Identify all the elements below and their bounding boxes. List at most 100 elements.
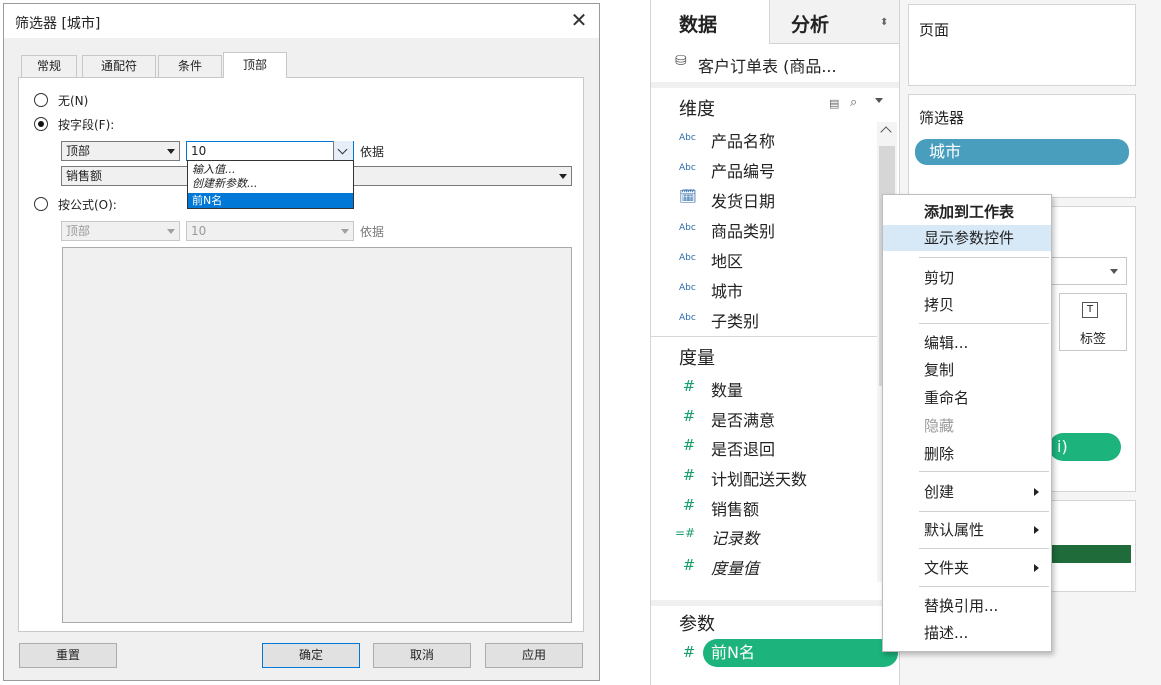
dropdown-item-enter-value[interactable]: 输入值...	[188, 163, 353, 176]
measures-header: 度量	[679, 348, 715, 369]
number-type-icon: #	[682, 436, 696, 454]
number-type-icon: #	[682, 466, 696, 484]
parameter-top-n-pill[interactable]: 前N名	[703, 639, 898, 667]
menu-create[interactable]: 创建	[883, 479, 1051, 505]
menu-duplicate[interactable]: 复制	[883, 357, 1051, 383]
chevron-down-icon[interactable]	[875, 98, 883, 103]
menu-separator	[919, 257, 1049, 258]
measure-field[interactable]: 是否退回	[711, 436, 775, 460]
formula-editor[interactable]	[62, 247, 572, 623]
filters-card[interactable]: 筛选器 城市	[908, 94, 1136, 198]
divider	[651, 336, 877, 337]
chevron-down-icon	[167, 149, 175, 154]
menu-separator	[919, 323, 1049, 324]
view-toggle-icon[interactable]: ▤	[829, 97, 839, 110]
number-type-icon: #	[682, 643, 696, 661]
context-menu: 添加到工作表 显示参数控件 剪切 拷贝 编辑... 复制 重命名 隐藏 删除 创…	[882, 194, 1052, 652]
string-type-icon: Abc	[679, 253, 696, 263]
number-type-icon: #	[682, 407, 696, 425]
parameters-header: 参数	[679, 614, 715, 635]
tab-analysis[interactable]: 分析	[791, 10, 829, 37]
menu-folder[interactable]: 文件夹	[883, 555, 1051, 581]
menu-show-parameter-control[interactable]: 显示参数控件	[883, 225, 1051, 251]
menu-copy[interactable]: 拷贝	[883, 292, 1051, 318]
ok-button[interactable]: 确定	[262, 643, 360, 668]
measure-field[interactable]: 是否满意	[711, 407, 775, 431]
menu-replace-references[interactable]: 替换引用...	[883, 593, 1051, 619]
formula-count-value: 10	[191, 224, 207, 238]
radio-by-formula[interactable]	[34, 197, 48, 211]
search-icon[interactable]: ⌕	[850, 95, 857, 110]
menu-add-to-sheet[interactable]: 添加到工作表	[883, 199, 1051, 225]
dimension-field[interactable]: 商品类别	[711, 218, 775, 242]
string-type-icon: Abc	[679, 163, 696, 173]
string-type-icon: Abc	[679, 223, 696, 233]
formula-position-value: 顶部	[66, 224, 91, 238]
label-mark-button[interactable]: T 标签	[1059, 293, 1127, 351]
string-type-icon: Abc	[679, 283, 696, 293]
measure-field[interactable]: 度量值	[711, 555, 759, 579]
chevron-down-icon[interactable]	[333, 141, 353, 161]
filter-pill-city[interactable]: 城市	[915, 139, 1129, 165]
measure-field[interactable]: 销售额	[711, 496, 759, 520]
position-select[interactable]: 顶部	[61, 141, 180, 161]
chevron-down-icon	[167, 229, 175, 234]
measure-field[interactable]: 数量	[711, 377, 743, 401]
cancel-button[interactable]: 取消	[373, 643, 471, 668]
dimension-field[interactable]: 城市	[711, 278, 743, 302]
tab-top[interactable]: 顶部	[223, 52, 287, 78]
radio-by-formula-label: 按公式(O):	[58, 198, 117, 212]
formula-position-select[interactable]: 顶部	[61, 221, 180, 241]
apply-button[interactable]: 应用	[485, 643, 583, 668]
menu-edit[interactable]: 编辑...	[883, 330, 1051, 356]
calendar-icon: 🗓	[679, 189, 697, 205]
radio-by-field[interactable]	[34, 117, 48, 131]
chevron-up-icon[interactable]	[880, 126, 892, 138]
menu-separator	[919, 511, 1049, 512]
tab-condition[interactable]: 条件	[158, 55, 222, 77]
dropdown-item-top-n[interactable]: 前N名	[188, 193, 353, 208]
string-type-icon: Abc	[679, 133, 696, 143]
radio-none[interactable]	[34, 93, 48, 107]
mark-type-select[interactable]	[1039, 257, 1127, 285]
menu-delete[interactable]: 删除	[883, 441, 1051, 467]
menu-hide: 隐藏	[924, 417, 955, 435]
menu-separator	[919, 586, 1049, 587]
chevron-down-icon	[341, 229, 349, 234]
field-select-value: 销售额	[66, 169, 103, 183]
dimension-field[interactable]: 产品编号	[711, 158, 775, 182]
datasource-name[interactable]: 客户订单表 (商品...	[698, 53, 837, 77]
tab-general[interactable]: 常规	[21, 55, 77, 77]
dimension-field[interactable]: 发货日期	[711, 188, 775, 212]
label-mark-text: 标签	[1080, 332, 1107, 347]
dialog-titlebar: 筛选器 [城市] ✕	[4, 4, 599, 38]
menu-default-properties[interactable]: 默认属性	[883, 517, 1051, 543]
dimension-field[interactable]: 子类别	[711, 308, 759, 332]
measure-field[interactable]: 计划配送天数	[711, 466, 807, 490]
dimensions-header: 维度	[679, 99, 715, 120]
marks-parameter-pill[interactable]: i)	[1049, 433, 1121, 461]
count-combo[interactable]: 10	[186, 141, 354, 161]
menu-rename[interactable]: 重命名	[883, 385, 1051, 411]
formula-count-combo[interactable]: 10	[186, 221, 354, 241]
filter-dialog: 筛选器 [城市] ✕ 常规 通配符 条件 顶部 无(N) 按字段(F): 顶部 …	[3, 3, 600, 681]
pages-card[interactable]: 页面	[908, 4, 1136, 86]
chevron-right-icon	[1034, 564, 1039, 572]
menu-separator	[919, 471, 1049, 472]
dimension-field[interactable]: 地区	[711, 248, 743, 272]
chevron-right-icon	[1034, 526, 1039, 534]
number-type-icon: #	[682, 556, 696, 574]
reset-button[interactable]: 重置	[19, 643, 117, 668]
chevron-down-icon	[559, 174, 567, 179]
radio-by-field-label: 按字段(F):	[58, 118, 115, 132]
measure-field[interactable]: 记录数	[711, 525, 759, 549]
tab-wildcard[interactable]: 通配符	[82, 55, 156, 77]
menu-describe[interactable]: 描述...	[883, 620, 1051, 646]
divider	[651, 600, 899, 606]
updown-icon[interactable]: ⬍	[880, 17, 888, 28]
menu-cut[interactable]: 剪切	[883, 265, 1051, 291]
tab-data[interactable]: 数据	[679, 10, 717, 37]
dropdown-item-create-parameter[interactable]: 创建新参数...	[188, 177, 353, 190]
dimension-field[interactable]: 产品名称	[711, 128, 775, 152]
close-icon[interactable]: ✕	[566, 8, 592, 34]
